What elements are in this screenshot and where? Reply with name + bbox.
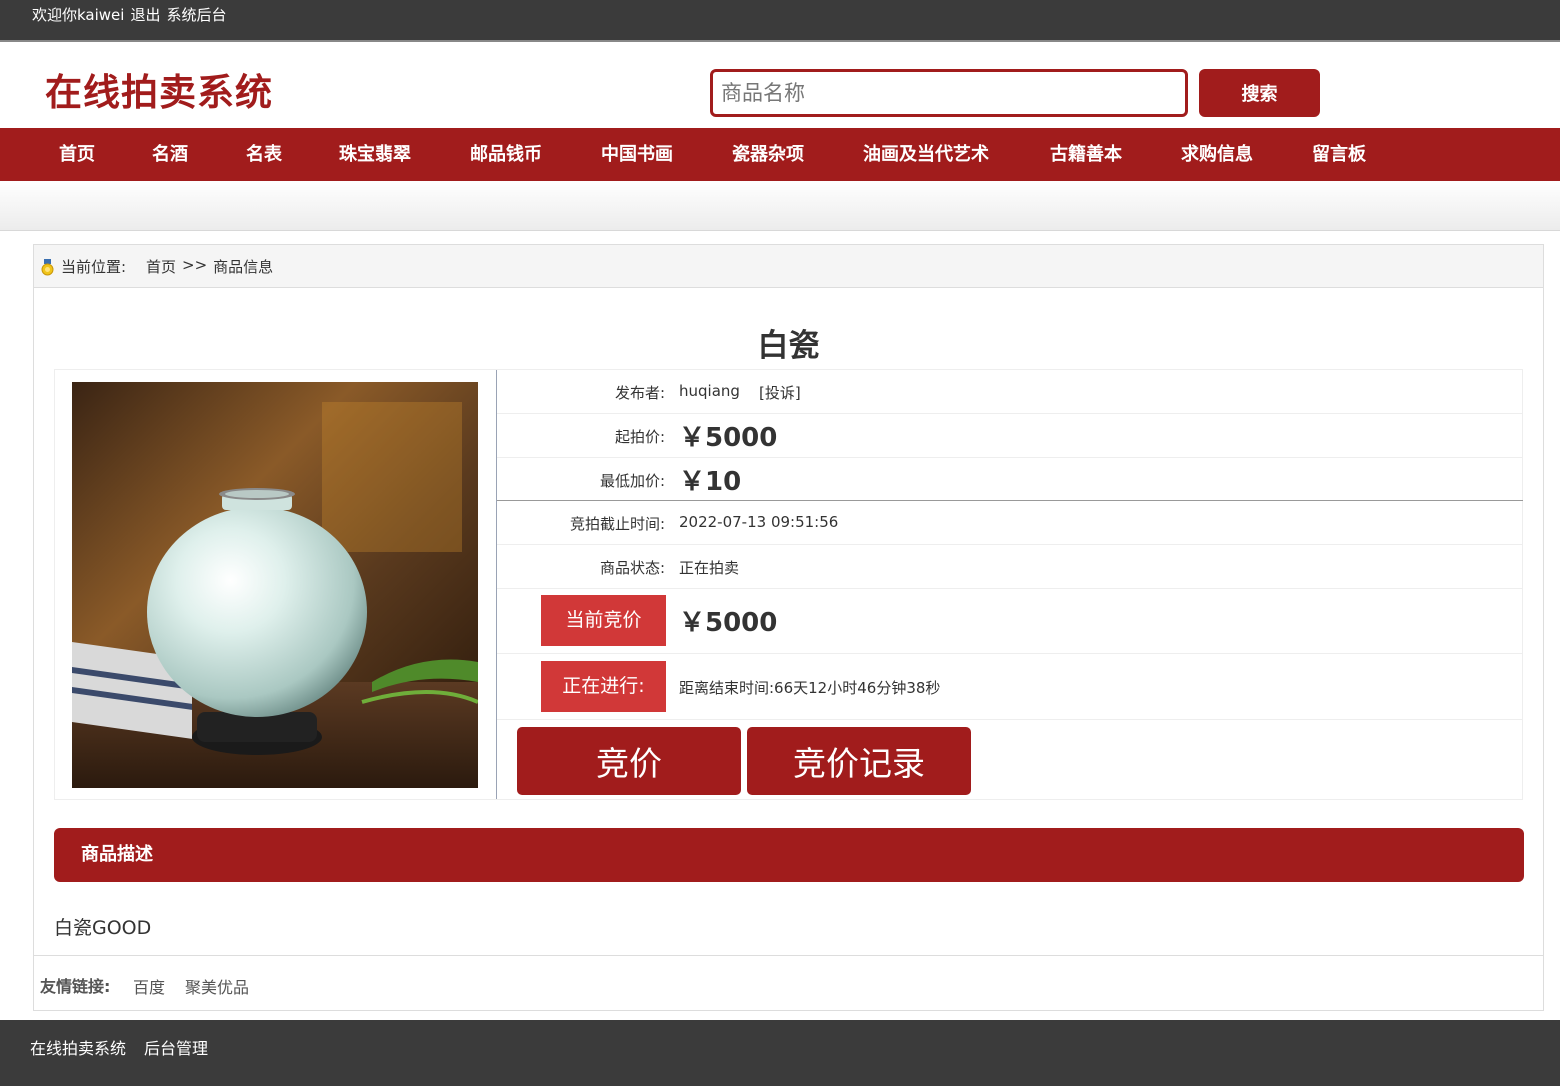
publisher-value: huqiang xyxy=(679,382,740,400)
description-heading: 商品描述 xyxy=(54,828,1524,882)
start-price-label: 起拍价: xyxy=(614,428,665,446)
footer-admin-link[interactable]: 后台管理 xyxy=(144,1035,208,1059)
product-detail: 发布者: huqiang [投诉] 起拍价: ￥5000 最低加价: ￥10 竞… xyxy=(54,369,1523,800)
product-title: 白瓷 xyxy=(757,328,820,364)
current-bid-label: 当前竞价 xyxy=(541,595,666,646)
description-text: 白瓷GOOD xyxy=(54,917,152,939)
row-deadline: 竞拍截止时间: 2022-07-13 09:51:56 xyxy=(497,501,1523,545)
row-progress: 正在进行: 距离结束时间:66天12小时46分钟38秒 xyxy=(497,654,1523,720)
nav-item-stamps[interactable]: 邮品钱币 xyxy=(470,128,542,181)
footer: 在线拍卖系统 后台管理 xyxy=(0,1020,1560,1086)
start-price-value: ￥5000 xyxy=(679,423,778,453)
nav-item-wanted[interactable]: 求购信息 xyxy=(1181,128,1253,181)
bid-history-button[interactable]: 竞价记录 xyxy=(747,727,971,795)
status-label: 商品状态: xyxy=(599,559,665,577)
main-content: 当前位置: 首页 >> 商品信息 白瓷 发布者: huqiang [投诉] 起拍… xyxy=(33,244,1544,956)
main-nav: 首页 名酒 名表 珠宝翡翠 邮品钱币 中国书画 瓷器杂项 油画及当代艺术 古籍善… xyxy=(0,128,1560,181)
nav-item-liquor[interactable]: 名酒 xyxy=(152,128,188,181)
row-status: 商品状态: 正在拍卖 xyxy=(497,545,1523,589)
site-logo[interactable]: 在线拍卖系统 xyxy=(45,62,273,116)
medal-icon xyxy=(41,259,54,276)
deadline-value: 2022-07-13 09:51:56 xyxy=(679,513,839,531)
breadcrumb: 当前位置: 首页 >> 商品信息 xyxy=(34,245,1543,288)
footer-site-link[interactable]: 在线拍卖系统 xyxy=(30,1035,126,1059)
progress-label: 正在进行: xyxy=(541,661,666,712)
nav-item-oil-art[interactable]: 油画及当代艺术 xyxy=(863,128,989,181)
nav-item-guestbook[interactable]: 留言板 xyxy=(1312,128,1366,181)
row-current-bid: 当前竞价 ￥5000 xyxy=(497,589,1523,654)
breadcrumb-home[interactable]: 首页 xyxy=(146,256,176,277)
nav-item-watches[interactable]: 名表 xyxy=(246,128,282,181)
min-increment-label: 最低加价: xyxy=(599,472,665,490)
admin-link[interactable]: 系统后台 xyxy=(166,4,226,25)
header: 在线拍卖系统 搜索 xyxy=(0,42,1560,128)
bid-button[interactable]: 竞价 xyxy=(517,727,741,795)
friend-links-label: 友情链接: xyxy=(40,977,111,996)
search-button[interactable]: 搜索 xyxy=(1199,69,1320,117)
friend-link-jumei[interactable]: 聚美优品 xyxy=(185,974,249,998)
product-image xyxy=(72,382,478,788)
top-bar: 欢迎你kaiwei 退出 系统后台 xyxy=(0,0,1560,42)
search-input[interactable] xyxy=(710,69,1188,117)
friend-links: 友情链接: 百度 聚美优品 xyxy=(33,956,1544,1011)
row-publisher: 发布者: huqiang [投诉] xyxy=(497,370,1523,414)
publisher-label: 发布者: xyxy=(614,384,665,402)
logout-link[interactable]: 退出 xyxy=(130,4,160,25)
nav-item-jewelry[interactable]: 珠宝翡翠 xyxy=(339,128,411,181)
countdown-text: 距离结束时间:66天12小时46分钟38秒 xyxy=(679,679,941,697)
nav-item-books[interactable]: 古籍善本 xyxy=(1050,128,1122,181)
breadcrumb-current: 商品信息 xyxy=(213,258,274,276)
friend-link-baidu[interactable]: 百度 xyxy=(133,974,165,998)
welcome-text: 欢迎你kaiwei xyxy=(32,6,125,24)
current-bid-value: ￥5000 xyxy=(679,608,778,638)
nav-item-home[interactable]: 首页 xyxy=(59,128,95,181)
report-link[interactable]: [投诉] xyxy=(759,382,801,403)
status-value: 正在拍卖 xyxy=(679,559,740,577)
nav-item-porcelain[interactable]: 瓷器杂项 xyxy=(732,128,804,181)
row-min-increment: 最低加价: ￥10 xyxy=(497,458,1523,501)
breadcrumb-separator: >> xyxy=(182,256,208,274)
breadcrumb-label: 当前位置: xyxy=(61,258,127,276)
min-increment-value: ￥10 xyxy=(679,467,742,497)
banner-band xyxy=(0,181,1560,231)
nav-item-painting[interactable]: 中国书画 xyxy=(601,128,673,181)
row-start-price: 起拍价: ￥5000 xyxy=(497,414,1523,458)
deadline-label: 竞拍截止时间: xyxy=(569,515,665,533)
